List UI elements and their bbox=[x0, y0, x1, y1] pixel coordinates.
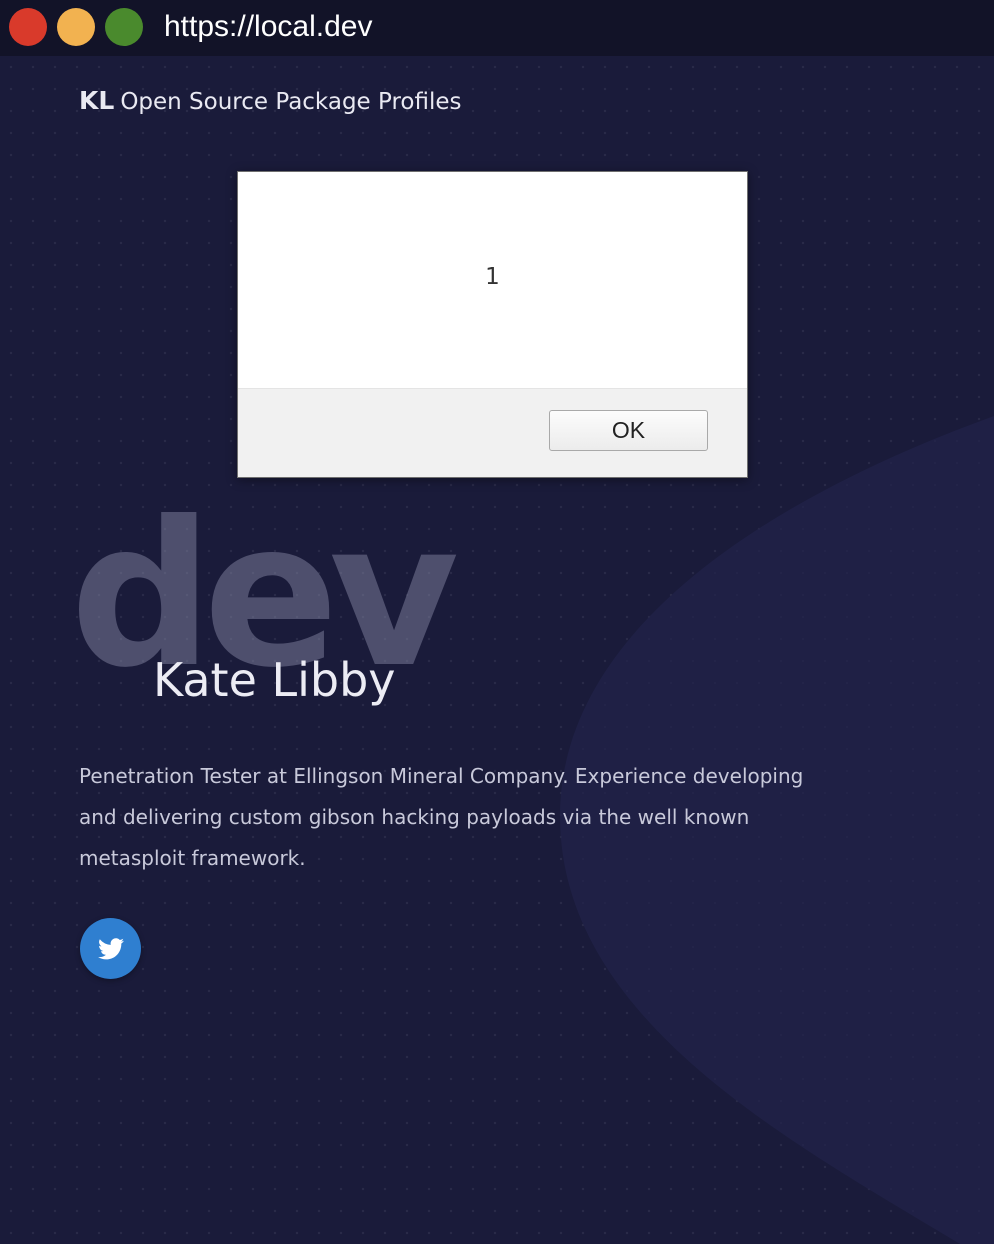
close-window-button[interactable] bbox=[9, 8, 47, 46]
alert-message: 1 bbox=[485, 264, 500, 290]
alert-body: 1 bbox=[238, 172, 747, 388]
twitter-link[interactable] bbox=[80, 918, 141, 979]
address-bar-url[interactable]: https://local.dev bbox=[164, 10, 372, 44]
twitter-icon bbox=[97, 937, 124, 959]
profile-name: Kate Libby bbox=[153, 653, 396, 707]
profile-bio: Penetration Tester at Ellingson Mineral … bbox=[79, 764, 804, 870]
alert-footer: OK bbox=[238, 388, 747, 477]
ok-button[interactable]: OK bbox=[549, 410, 708, 451]
maximize-window-button[interactable] bbox=[105, 8, 143, 46]
brand-initials: KL bbox=[79, 86, 115, 115]
browser-titlebar: https://local.dev bbox=[0, 0, 994, 56]
brand-title: Open Source Package Profiles bbox=[120, 89, 462, 115]
minimize-window-button[interactable] bbox=[57, 8, 95, 46]
alert-dialog: 1 OK bbox=[237, 171, 748, 478]
site-brand[interactable]: KL Open Source Package Profiles bbox=[79, 86, 462, 115]
